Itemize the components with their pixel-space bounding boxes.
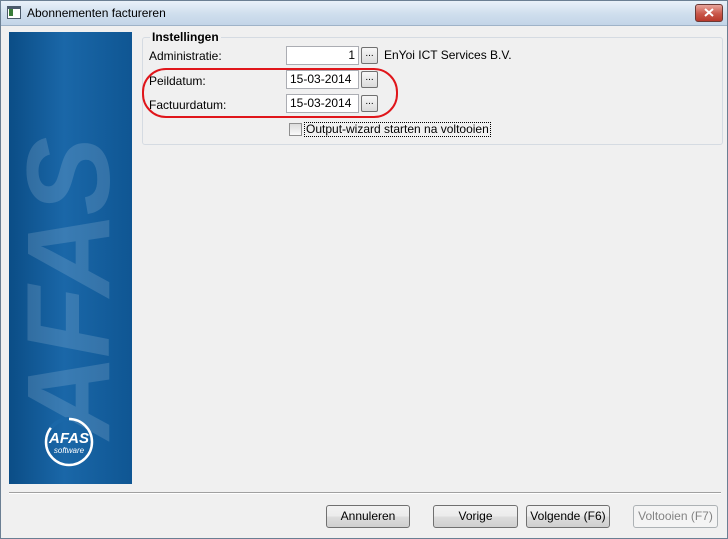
next-button[interactable]: Volgende (F6) (526, 505, 610, 528)
footer-separator-highlight (9, 493, 721, 494)
finish-button[interactable]: Voltooien (F7) (633, 505, 718, 528)
cancel-button[interactable]: Annuleren (326, 505, 410, 528)
administratie-description: EnYoi ICT Services B.V. (384, 48, 512, 62)
output-wizard-checkbox[interactable] (289, 123, 302, 136)
settings-group-title: Instellingen (150, 30, 221, 44)
administratie-label: Administratie: (149, 49, 222, 63)
administratie-lookup-button[interactable]: ... (361, 47, 378, 64)
afas-logo-icon: AFAS software (44, 417, 94, 467)
administratie-field[interactable]: 1 (286, 46, 359, 65)
svg-text:AFAS: AFAS (48, 430, 89, 447)
close-button[interactable] (695, 4, 723, 22)
svg-text:software: software (54, 446, 85, 455)
date-fields-highlight (142, 68, 398, 118)
output-wizard-label[interactable]: Output-wizard starten na voltooien (304, 122, 491, 137)
window-title: Abonnementen factureren (27, 6, 166, 20)
app-icon (7, 6, 21, 19)
title-bar: Abonnementen factureren (1, 1, 727, 26)
dialog-window: Abonnementen factureren AFAS AFAS softwa… (0, 0, 728, 539)
close-icon (704, 8, 714, 17)
sidebar-banner: AFAS AFAS software (9, 32, 132, 484)
previous-button[interactable]: Vorige (433, 505, 518, 528)
